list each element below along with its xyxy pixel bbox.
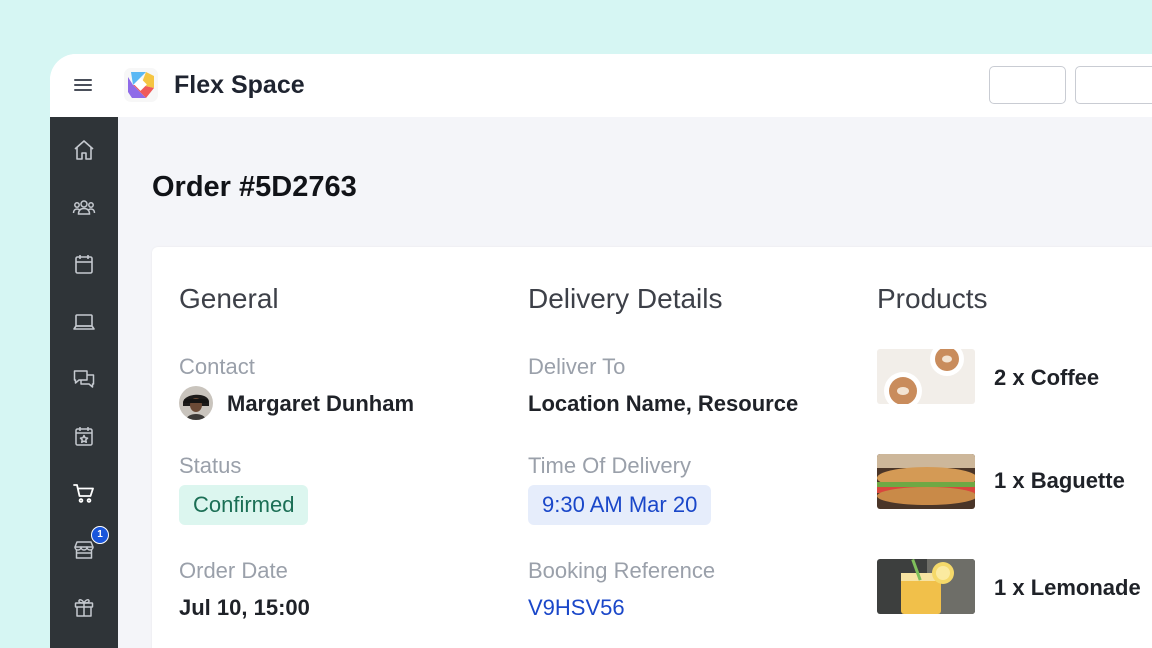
sidebar-item-calendar[interactable] [64, 244, 104, 284]
sidebar-item-gifts[interactable] [64, 587, 104, 627]
avatar[interactable] [179, 386, 213, 420]
calendar-icon [75, 255, 93, 274]
brand-name: Flex Space [174, 71, 305, 99]
order-details-card: General Contact Margaret Dunham Status C… [152, 247, 1152, 648]
order-date-value: Jul 10, 15:00 [179, 595, 310, 620]
store-icon [74, 541, 94, 559]
flex-space-logo [124, 68, 158, 102]
sidebar-item-home[interactable] [64, 130, 104, 170]
home-icon [74, 140, 94, 160]
sidebar-item-cart[interactable] [64, 473, 104, 513]
main-content: Order #5D2763 General Contact Margaret D… [118, 117, 1152, 648]
sidebar-item-store[interactable]: 1 [64, 526, 109, 570]
status-badge: Confirmed [179, 485, 309, 525]
status-label: Status [179, 453, 242, 478]
users-icon [72, 200, 96, 215]
time-of-delivery-badge: 9:30 AM Mar 20 [528, 485, 712, 525]
top-bar: Flex Space [50, 54, 1152, 117]
deliver-to-value: Location Name, Resource [528, 391, 799, 416]
baguette-image [877, 454, 975, 509]
sidebar-item-chat[interactable] [64, 359, 104, 399]
menu-icon[interactable] [72, 76, 94, 94]
lemonade-image [877, 559, 975, 614]
product-baguette: 1 x Baguette [994, 468, 1125, 493]
general-title: General [179, 283, 279, 314]
gift-icon [74, 599, 94, 617]
deliver-to-label: Deliver To [528, 354, 626, 379]
laptop-icon [73, 314, 95, 330]
chat-icon [73, 370, 95, 388]
sidebar: 1 [50, 117, 118, 648]
event-calendar-icon [75, 427, 93, 446]
cart-icon [73, 484, 94, 503]
sidebar-item-users[interactable] [64, 187, 104, 227]
products-title: Products [877, 283, 988, 314]
order-date-label: Order Date [179, 558, 288, 583]
time-of-delivery-label: Time Of Delivery [528, 453, 691, 478]
product-coffee: 2 x Coffee [994, 365, 1100, 390]
top-action-button-1[interactable] [989, 66, 1066, 104]
coffee-image [877, 349, 975, 404]
app-window: Flex Space 1 Order #5D2763 General Conta… [50, 54, 1152, 648]
contact-name: Margaret Dunham [227, 391, 415, 416]
store-badge: 1 [91, 526, 109, 544]
sidebar-item-events[interactable] [64, 416, 104, 456]
delivery-title: Delivery Details [528, 283, 723, 314]
product-lemonade: 1 x Lemonade [994, 575, 1141, 600]
sidebar-item-laptop[interactable] [64, 302, 104, 342]
page-title: Order #5D2763 [152, 171, 357, 203]
booking-reference-label: Booking Reference [528, 558, 716, 583]
contact-label: Contact [179, 354, 255, 379]
booking-reference-link[interactable]: V9HSV56 [528, 595, 625, 621]
top-action-button-2[interactable] [1075, 66, 1152, 104]
